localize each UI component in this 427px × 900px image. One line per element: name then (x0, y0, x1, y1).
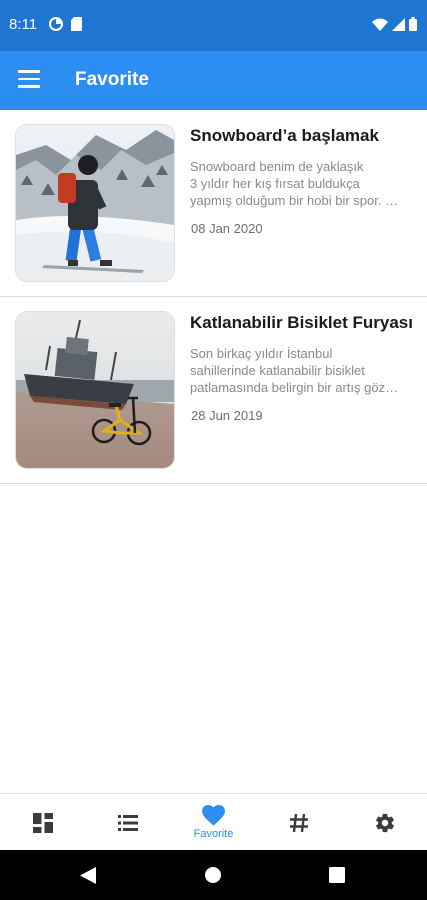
status-bar: 8:11 (0, 0, 427, 51)
status-system-icons (372, 17, 417, 31)
excerpt-line: 3 yıldır her kış fırsat buldukça (190, 176, 360, 191)
bottom-navigation: Favorite (0, 793, 427, 851)
app-bar: Favorite (0, 51, 427, 110)
article-date: 08 Jan 2020 (191, 221, 263, 236)
article-date: 28 Jun 2019 (191, 408, 263, 423)
status-notification-icons (49, 17, 82, 31)
sd-card-icon (71, 17, 82, 31)
battery-icon (409, 17, 417, 31)
article-title: Snowboard’a başlamak (190, 126, 379, 145)
nav-item-list[interactable] (85, 794, 170, 851)
article-thumbnail (15, 311, 175, 469)
dashboard-icon (32, 812, 53, 833)
article-excerpt: Son birkaç yıldır İstanbul sahillerinde … (190, 345, 422, 396)
nav-item-favorite[interactable]: Favorite (171, 794, 256, 851)
article-title: Katlanabilir Bisiklet Furyası (190, 313, 413, 332)
nav-label-favorite: Favorite (193, 828, 234, 840)
page-title: Favorite (75, 69, 149, 90)
home-icon[interactable] (205, 867, 221, 883)
status-time: 8:11 (9, 16, 38, 33)
article-excerpt: Snowboard benim de yaklaşık 3 yıldır her… (190, 158, 422, 209)
article-thumbnail (15, 124, 175, 282)
hashtag-icon (289, 813, 308, 832)
settings-icon (375, 813, 394, 832)
excerpt-line: Son birkaç yıldır İstanbul (190, 346, 333, 361)
list-item[interactable]: Snowboard’a başlamak Snowboard benim de … (0, 110, 427, 297)
excerpt-line: sahillerinde katlanabilir bisiklet (190, 363, 365, 378)
excerpt-line: patlamasında belirgin bir artış göz… (190, 380, 399, 395)
back-icon[interactable] (80, 867, 96, 884)
excerpt-line: yapmış olduğum bir hobi bir spor. … (190, 193, 399, 208)
data-saver-icon (49, 17, 63, 31)
list-item[interactable]: Katlanabilir Bisiklet Furyası Son birkaç… (0, 297, 427, 484)
nav-item-tags[interactable] (256, 794, 341, 851)
excerpt-line: Snowboard benim de yaklaşık (190, 159, 364, 174)
article-list: Snowboard’a başlamak Snowboard benim de … (0, 110, 427, 484)
menu-icon[interactable] (18, 70, 40, 90)
wifi-icon (372, 18, 388, 31)
system-navigation-bar (0, 850, 427, 900)
recents-icon[interactable] (329, 867, 345, 883)
cell-signal-icon (392, 17, 405, 31)
heart-icon (202, 805, 225, 826)
nav-item-dashboard[interactable] (0, 794, 85, 851)
list-icon (117, 814, 138, 831)
nav-item-settings[interactable] (342, 794, 427, 851)
